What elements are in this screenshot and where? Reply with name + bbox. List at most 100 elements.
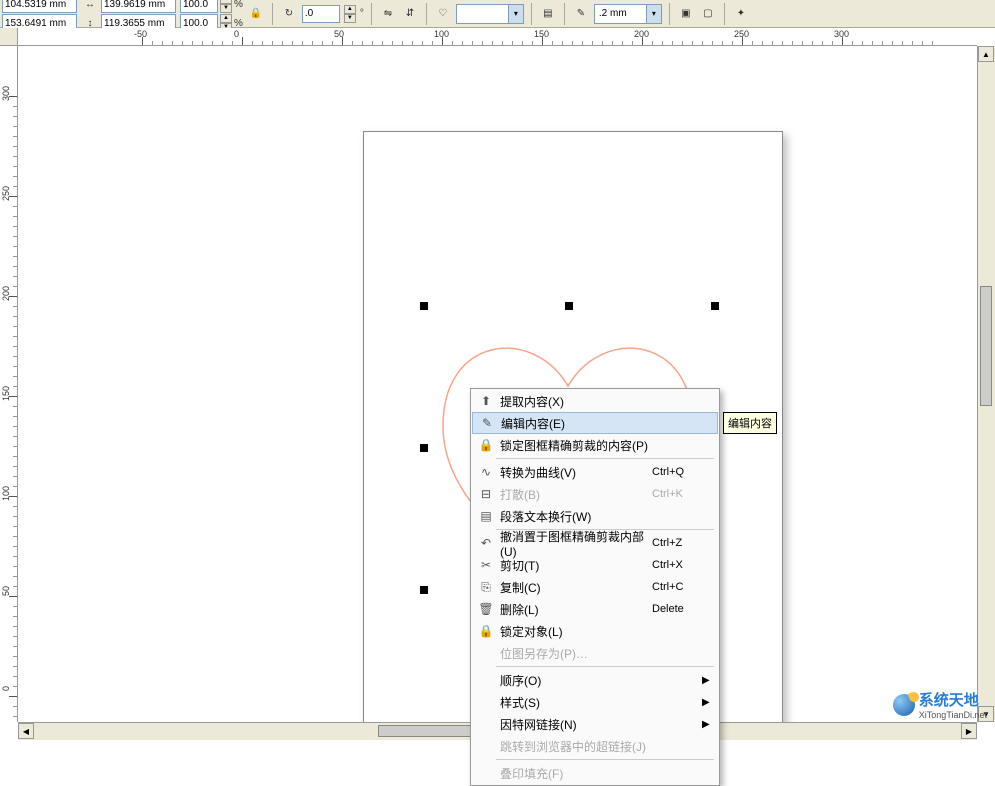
context-menu: ⬆ 提取内容(X) ✎ 编辑内容(E) 🔒 锁定图框精确剪裁的内容(P) ∿ 转… bbox=[470, 388, 720, 786]
menu-order[interactable]: 顺序(O) ▶ bbox=[472, 669, 718, 691]
menu-label: 因特网链接(N) bbox=[496, 716, 652, 733]
outline-pen-icon[interactable]: ✎ bbox=[572, 5, 590, 23]
vertical-scrollbar[interactable]: ▲ ▼ bbox=[977, 46, 995, 722]
undo-icon: ↶ bbox=[476, 533, 496, 553]
menu-separator bbox=[496, 759, 714, 760]
vertical-ruler[interactable]: 300250200150100500 bbox=[0, 46, 18, 722]
sel-handle-ml[interactable] bbox=[420, 444, 428, 452]
lock-ratio-icon[interactable]: 🔒 bbox=[247, 5, 265, 23]
sel-handle-tl[interactable] bbox=[420, 302, 428, 310]
scroll-left-button[interactable]: ◀ bbox=[18, 723, 34, 739]
menu-label: 顺序(O) bbox=[496, 672, 652, 689]
width-icon: ↔ bbox=[81, 0, 99, 13]
workspace: -50050100150200250300 300250200150100500… bbox=[0, 28, 995, 740]
menu-label: 锁定图框精确剪裁的内容(P) bbox=[496, 437, 652, 454]
menu-shortcut: Ctrl+Z bbox=[652, 537, 702, 549]
menu-label: 删除(L) bbox=[496, 601, 652, 618]
menu-overprint-fill: 叠印填充(F) bbox=[472, 762, 718, 784]
lock-obj-icon: 🔒 bbox=[476, 621, 496, 641]
menu-label: 撤消置于图框精确剪裁内部(U) bbox=[496, 528, 652, 559]
menu-shortcut: Ctrl+X bbox=[652, 559, 702, 571]
edit-icon: ✎ bbox=[477, 413, 497, 433]
menu-label: 锁定对象(L) bbox=[496, 623, 652, 640]
menu-label: 位图另存为(P)… bbox=[496, 645, 652, 662]
scale-x-input[interactable] bbox=[180, 0, 218, 13]
watermark-cn: 系统天地 bbox=[919, 693, 979, 709]
menu-shortcut: Ctrl+C bbox=[652, 581, 702, 593]
menu-label: 复制(C) bbox=[496, 579, 652, 596]
menu-label: 转换为曲线(V) bbox=[496, 464, 652, 481]
curves-icon: ∿ bbox=[476, 462, 496, 482]
globe-icon bbox=[893, 694, 915, 716]
heart-shape-icon[interactable]: ♡ bbox=[434, 5, 452, 23]
menu-shortcut: Ctrl+K bbox=[652, 488, 702, 500]
menu-label: 跳转到浏览器中的超链接(J) bbox=[496, 738, 652, 755]
separator bbox=[531, 3, 532, 25]
menu-edit-contents[interactable]: ✎ 编辑内容(E) bbox=[472, 412, 718, 434]
sel-handle-tr[interactable] bbox=[711, 302, 719, 310]
horizontal-ruler[interactable]: -50050100150200250300 bbox=[18, 28, 977, 46]
menu-copy[interactable]: ⎘ 复制(C) Ctrl+C bbox=[472, 576, 718, 598]
sel-handle-tc[interactable] bbox=[565, 302, 573, 310]
separator bbox=[564, 3, 565, 25]
wrap-text-icon[interactable]: ▤ bbox=[539, 5, 557, 23]
menu-lock-powerclip[interactable]: 🔒 锁定图框精确剪裁的内容(P) bbox=[472, 434, 718, 456]
menu-label: 剪切(T) bbox=[496, 557, 652, 574]
menu-extract-contents[interactable]: ⬆ 提取内容(X) bbox=[472, 390, 718, 412]
x-position-input[interactable] bbox=[2, 0, 77, 13]
menu-wrap-paragraph[interactable]: ▤ 段落文本换行(W) bbox=[472, 505, 718, 527]
menu-shortcut: Ctrl+Q bbox=[652, 466, 702, 478]
sel-handle-bl[interactable] bbox=[420, 586, 428, 594]
menu-label: 编辑内容(E) bbox=[497, 415, 651, 432]
percent-label-2: % bbox=[234, 18, 243, 29]
percent-label: % bbox=[234, 0, 243, 10]
to-front-icon[interactable]: ▣ bbox=[677, 5, 695, 23]
copy-icon: ⎘ bbox=[476, 577, 496, 597]
scroll-up-button[interactable]: ▲ bbox=[978, 46, 994, 62]
menu-separator bbox=[496, 666, 714, 667]
menu-jump-hyperlink: 跳转到浏览器中的超链接(J) bbox=[472, 735, 718, 757]
menu-lock-object[interactable]: 🔒 锁定对象(L) bbox=[472, 620, 718, 642]
menu-internet-links[interactable]: 因特网链接(N) ▶ bbox=[472, 713, 718, 735]
separator bbox=[426, 3, 427, 25]
ruler-origin[interactable] bbox=[0, 28, 18, 46]
rotate-icon: ↻ bbox=[280, 5, 298, 23]
separator bbox=[371, 3, 372, 25]
menu-label: 叠印填充(F) bbox=[496, 765, 652, 782]
shape-dropdown[interactable]: ▾ bbox=[456, 4, 524, 24]
scale-x-spinner[interactable]: ▲▼ bbox=[220, 0, 232, 13]
mirror-h-icon[interactable]: ⇋ bbox=[379, 5, 397, 23]
lock-clip-icon: 🔒 bbox=[476, 435, 496, 455]
menu-separator bbox=[496, 458, 714, 459]
width-input[interactable] bbox=[101, 0, 176, 13]
separator bbox=[724, 3, 725, 25]
menu-cut[interactable]: ✂ 剪切(T) Ctrl+X bbox=[472, 554, 718, 576]
separator bbox=[669, 3, 670, 25]
rotation-input[interactable] bbox=[302, 5, 340, 23]
menu-bitmap-save-as: 位图另存为(P)… bbox=[472, 642, 718, 664]
outline-width-dropdown[interactable]: .2 mm▾ bbox=[594, 4, 662, 24]
menu-shortcut: Delete bbox=[652, 603, 702, 615]
tooltip: 编辑内容 bbox=[723, 412, 777, 434]
menu-label: 提取内容(X) bbox=[496, 393, 652, 410]
rotation-spinner[interactable]: ▲▼ bbox=[344, 5, 356, 23]
menu-style[interactable]: 样式(S) ▶ bbox=[472, 691, 718, 713]
menu-label: 段落文本换行(W) bbox=[496, 508, 652, 525]
degree-label: ° bbox=[360, 8, 364, 19]
menu-label: 样式(S) bbox=[496, 694, 652, 711]
vscroll-thumb[interactable] bbox=[980, 286, 992, 406]
menu-label: 打散(B) bbox=[496, 486, 652, 503]
scroll-right-button[interactable]: ▶ bbox=[961, 723, 977, 739]
wrap-icon: ▤ bbox=[476, 506, 496, 526]
menu-break-apart: ⊟ 打散(B) Ctrl+K bbox=[472, 483, 718, 505]
convert-curves-icon[interactable]: ✦ bbox=[732, 5, 750, 23]
watermark-en: XiTongTianDi.net bbox=[919, 710, 987, 720]
menu-convert-to-curves[interactable]: ∿ 转换为曲线(V) Ctrl+Q bbox=[472, 461, 718, 483]
mirror-v-icon[interactable]: ⇵ bbox=[401, 5, 419, 23]
menu-undo[interactable]: ↶ 撤消置于图框精确剪裁内部(U) Ctrl+Z bbox=[472, 532, 718, 554]
menu-delete[interactable]: 🗑 删除(L) Delete bbox=[472, 598, 718, 620]
submenu-arrow-icon: ▶ bbox=[702, 719, 714, 730]
to-back-icon[interactable]: ▢ bbox=[699, 5, 717, 23]
submenu-arrow-icon: ▶ bbox=[702, 675, 714, 686]
separator bbox=[272, 3, 273, 25]
